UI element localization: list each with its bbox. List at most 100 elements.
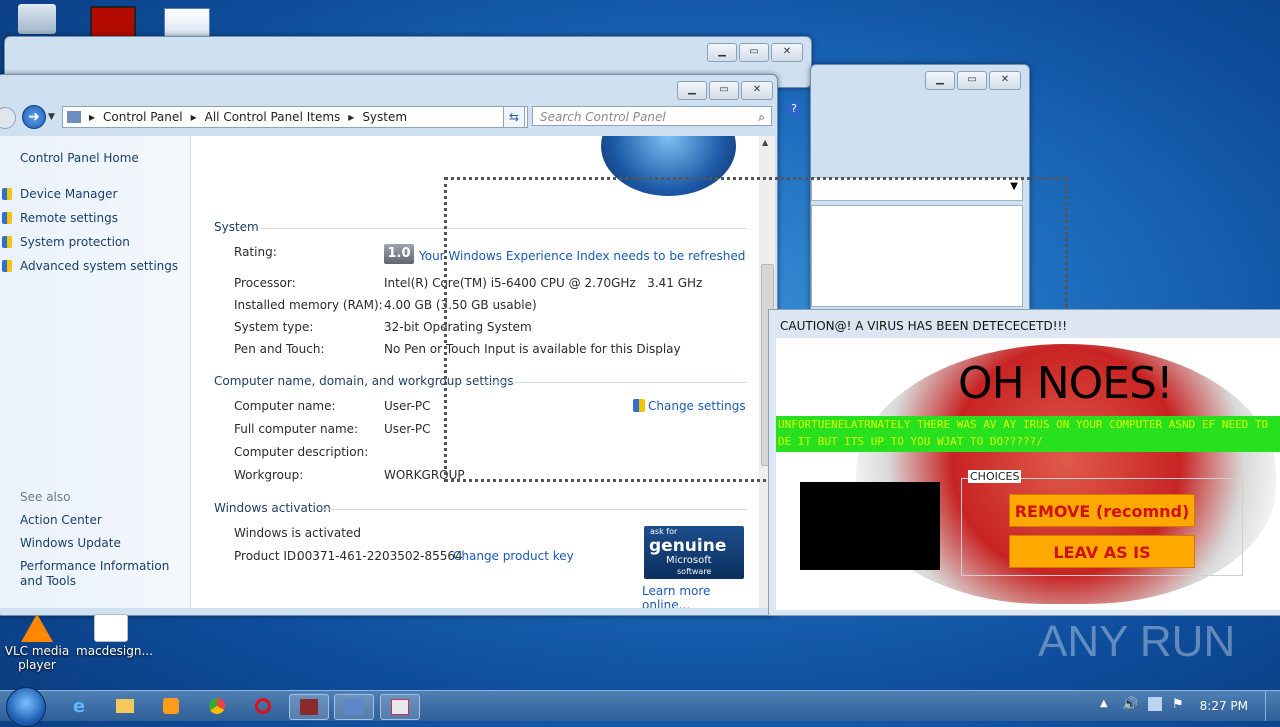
learn-more-link[interactable]: Learn more online... (642, 584, 759, 608)
workgroup-label: Workgroup: (234, 468, 304, 482)
rating-label: Rating: (234, 245, 277, 259)
taskbar-control-panel[interactable] (334, 694, 374, 720)
taskbar: e ▲ 🔊 ⚑ 8:27 PM (0, 687, 1280, 727)
refresh-button[interactable]: ⇆ (503, 106, 525, 128)
product-id-value: 00371-461-2203502-85564 (297, 549, 463, 563)
pdf-reader-icon[interactable] (90, 6, 136, 40)
black-image-box (800, 482, 940, 570)
activation-heading: Windows activation (214, 501, 331, 515)
full-name-label: Full computer name: (234, 422, 359, 436)
warning-banner: UNFORTUENELATRNATELY THERE WAS AV AY IRU… (776, 416, 1280, 452)
computer-name-value: User-PC (384, 399, 431, 413)
shield-icon (2, 188, 12, 200)
action-center-flag-icon[interactable]: ⚑ (1172, 697, 1184, 712)
maximize-button[interactable]: ▭ (709, 81, 739, 100)
system-heading: System (214, 220, 259, 234)
windows-update-link[interactable]: Windows Update (20, 536, 121, 550)
banner-line-2: DE IT BUT ITS UP TO YOU WJAT TO DO?????/ (778, 435, 1043, 448)
breadcrumb-system[interactable]: System (362, 110, 407, 124)
genuine-microsoft-badge[interactable]: ask for genuine Microsoft software (644, 526, 744, 579)
start-button[interactable] (6, 687, 46, 727)
desktop-icon-label: macdesign... (76, 644, 153, 658)
choices-legend: CHOICES (968, 470, 1022, 483)
activation-status: Windows is activated (234, 526, 361, 540)
control-panel-home-link[interactable]: Control Panel Home (20, 151, 139, 165)
show-hidden-icons[interactable]: ▲ (1100, 698, 1108, 709)
chevron-right-icon: ▸ (190, 110, 197, 124)
breadcrumb-control-panel[interactable]: Control Panel (103, 110, 183, 124)
taskbar-app-3[interactable] (380, 694, 420, 720)
taskbar-app-1[interactable] (289, 694, 329, 720)
anyrun-watermark: ANY RUN (1038, 614, 1238, 670)
popup-body: OH NOES! UNFORTUENELATRNATELY THERE WAS … (776, 338, 1280, 610)
opera-icon[interactable] (244, 694, 282, 718)
processor-label: Processor: (234, 276, 296, 290)
shield-icon (2, 212, 12, 224)
chevron-right-icon: ▸ (348, 110, 355, 124)
show-desktop-button[interactable] (1265, 691, 1280, 721)
see-also-heading: See also (20, 490, 71, 504)
control-panel-icon (67, 111, 81, 123)
watermark-text: ANY RUN (1038, 617, 1236, 666)
file-explorer-icon[interactable] (106, 694, 144, 718)
performance-info-link[interactable]: Performance Information and Tools (20, 559, 185, 589)
description-label: Computer description: (234, 445, 369, 459)
chrome-icon[interactable] (198, 694, 236, 718)
shield-icon (2, 236, 12, 248)
recent-pages-icon[interactable]: ▼ (48, 112, 55, 122)
device-manager-link[interactable]: Device Manager (20, 187, 117, 201)
minimize-button[interactable]: ▁ (707, 43, 737, 62)
minimize-button[interactable]: ▁ (677, 81, 707, 100)
maximize-button[interactable]: ▭ (739, 43, 769, 62)
banner-line-1: UNFORTUENELATRNATELY THERE WAS AV AY IRU… (778, 418, 1269, 431)
advanced-system-settings-link[interactable]: Advanced system settings (20, 259, 178, 273)
internet-explorer-icon[interactable]: e (60, 694, 98, 718)
recycle-bin-icon[interactable] (18, 4, 56, 34)
popup-title: CAUTION@! A VIRUS HAS BEEN DETECECETD!!! (780, 319, 1068, 333)
network-icon[interactable] (1148, 697, 1162, 711)
document-icon (94, 614, 128, 642)
genuine-badge-main: genuine (649, 536, 727, 556)
remove-button[interactable]: REMOVE (recomnd) (1009, 494, 1195, 527)
forward-button[interactable]: ➜ (22, 105, 46, 129)
computer-name-label: Computer name: (234, 399, 336, 413)
maximize-button[interactable]: ▭ (957, 71, 987, 90)
breadcrumb-all-items[interactable]: All Control Panel Items (205, 110, 341, 124)
popup-headline: OH NOES! (958, 358, 1174, 409)
desktop-icon-macdesign[interactable]: macdesign... (76, 614, 153, 658)
search-input[interactable]: Search Control Panel ⌕ (532, 106, 772, 126)
genuine-badge-sub: software (677, 567, 712, 576)
genuine-badge-brand: Microsoft (666, 555, 712, 566)
search-placeholder: Search Control Panel (540, 110, 666, 124)
close-button[interactable]: ✕ (741, 81, 773, 100)
help-icon[interactable]: ? (786, 101, 802, 117)
volume-icon[interactable]: 🔊 (1122, 697, 1138, 712)
desktop-icon-label: VLC media player (4, 644, 70, 672)
desktop-icon-vlc[interactable]: VLC media player (2, 614, 72, 672)
word-document-icon[interactable] (164, 8, 210, 38)
pen-touch-label: Pen and Touch: (234, 342, 325, 356)
address-bar[interactable]: ▸ Control Panel ▸ All Control Panel Item… (62, 106, 528, 128)
close-button[interactable]: ✕ (989, 71, 1021, 90)
chevron-right-icon: ▸ (89, 110, 96, 124)
minimize-button[interactable]: ▁ (925, 71, 955, 90)
change-product-key-link[interactable]: Change product key (453, 549, 574, 563)
wei-score-badge: 1.0 (384, 244, 414, 264)
product-id-label: Product ID: (234, 549, 301, 563)
media-player-icon[interactable] (152, 694, 190, 718)
search-icon[interactable]: ⌕ (758, 107, 765, 127)
shield-icon (2, 260, 12, 272)
fake-virus-popup[interactable]: CAUTION@! A VIRUS HAS BEEN DETECECETD!!!… (768, 309, 1280, 616)
action-center-link[interactable]: Action Center (20, 513, 102, 527)
vlc-cone-icon (21, 614, 53, 642)
memory-label: Installed memory (RAM): (234, 298, 383, 312)
leave-as-is-button[interactable]: LEAV AS IS (1009, 535, 1195, 568)
tasks-pane: Control Panel Home Device Manager Remote… (0, 136, 190, 608)
clock[interactable]: 8:27 PM (1200, 699, 1248, 713)
close-button[interactable]: ✕ (771, 43, 803, 62)
full-name-value: User-PC (384, 422, 431, 436)
remote-settings-link[interactable]: Remote settings (20, 211, 118, 225)
system-type-label: System type: (234, 320, 314, 334)
genuine-badge-top: ask for (650, 527, 678, 536)
system-protection-link[interactable]: System protection (20, 235, 130, 249)
